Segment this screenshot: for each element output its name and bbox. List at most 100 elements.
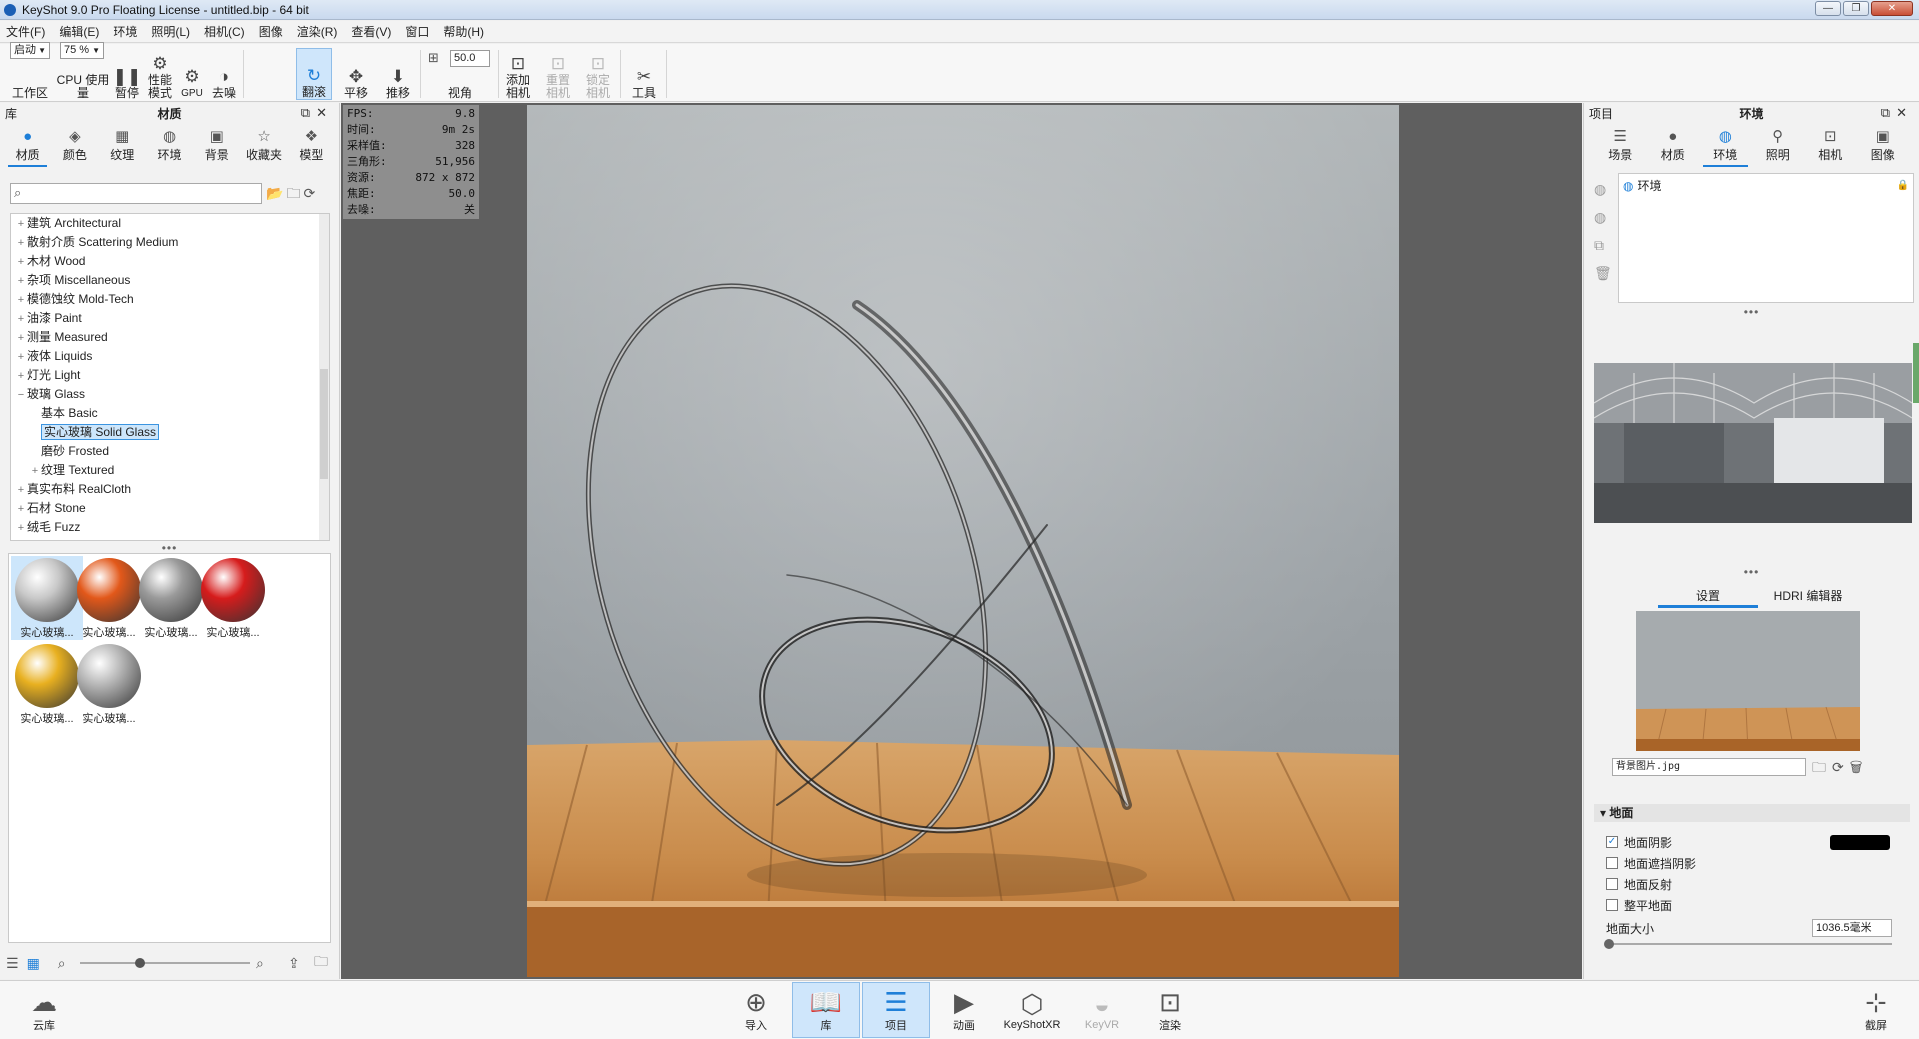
keyvr-button[interactable]: ◒ KeyVR xyxy=(1068,982,1136,1038)
panel-scrollbar[interactable] xyxy=(1913,343,1919,403)
menu-lighting[interactable]: 照明(L) xyxy=(151,23,190,40)
tab-environment[interactable]: ◍ 环境 xyxy=(1699,123,1752,167)
expand-icon[interactable]: + xyxy=(15,291,27,310)
expand-icon[interactable]: + xyxy=(15,272,27,291)
screenshot-button[interactable]: ⊹ 截屏 xyxy=(1842,982,1910,1038)
tab-image[interactable]: ▣ 图像 xyxy=(1857,123,1910,167)
delete-environment-icon[interactable]: 🗑 xyxy=(1594,259,1612,287)
tab-hdri-editor[interactable]: HDRI 编辑器 xyxy=(1758,586,1858,608)
float-panel-icon[interactable]: ⧉ xyxy=(1881,105,1896,120)
list-view-icon[interactable]: ☰ xyxy=(6,955,19,972)
lock-icon[interactable]: 🔒 xyxy=(1897,180,1909,191)
scrollbar-thumb[interactable] xyxy=(320,369,328,479)
hdri-preview[interactable] xyxy=(1594,363,1912,523)
add-camera-button[interactable]: ⊡ 添加 相机 xyxy=(502,48,534,100)
minimize-button[interactable]: — xyxy=(1815,1,1841,16)
tree-item[interactable]: + 纹理 Textured xyxy=(11,461,329,480)
cloud-upload-icon[interactable]: ⇪ xyxy=(288,955,300,972)
expand-icon[interactable]: + xyxy=(15,215,27,234)
expand-icon[interactable]: + xyxy=(15,329,27,348)
trash-icon[interactable]: 🗑 xyxy=(1850,759,1869,775)
expand-icon[interactable]: + xyxy=(15,519,27,538)
tab-colors[interactable]: ◈ 颜色 xyxy=(51,123,98,167)
render-button[interactable]: ⊡ 渲染 xyxy=(1136,982,1204,1038)
reset-camera-button[interactable]: ⊡ 重置 相机 xyxy=(542,48,574,100)
thumbnail-size-slider[interactable] xyxy=(80,958,250,968)
zoom-out-icon[interactable]: ⌕ xyxy=(58,955,66,972)
library-search-input[interactable]: ⌕ xyxy=(10,183,262,204)
menu-edit[interactable]: 编辑(E) xyxy=(59,23,99,40)
menu-view[interactable]: 查看(V) xyxy=(351,23,391,40)
ground-size-slider[interactable] xyxy=(1604,939,1892,949)
background-file-input[interactable]: 背景图片.jpg xyxy=(1612,758,1806,776)
pause-button[interactable]: ❚❚ 暂停 xyxy=(112,48,142,100)
slider-knob[interactable] xyxy=(135,958,145,968)
tab-backgrounds[interactable]: ▣ 背景 xyxy=(193,123,240,167)
tree-item[interactable]: + 灯光 Light xyxy=(11,366,329,385)
menu-camera[interactable]: 相机(C) xyxy=(204,23,245,40)
render-viewport[interactable]: FPS: 9.8 时间: 9m 2s 采样值: 328 三角形: 51,956 资源: 872 x… xyxy=(341,103,1582,979)
ground-size-input[interactable]: 1036.5毫米 xyxy=(1812,919,1892,937)
tab-lighting[interactable]: ⚲ 照明 xyxy=(1752,123,1805,167)
tree-scrollbar[interactable] xyxy=(319,214,329,540)
expand-icon[interactable]: + xyxy=(15,253,27,272)
tree-item[interactable]: + 杂项 Miscellaneous xyxy=(11,271,329,290)
tab-favorites[interactable]: ☆ 收藏夹 xyxy=(240,123,287,167)
tree-item[interactable]: + 建筑 Architectural xyxy=(11,214,329,233)
tree-item[interactable]: − 玻璃 Glass xyxy=(11,385,329,404)
resize-handle-icon[interactable]: ••• xyxy=(1584,305,1919,319)
tree-item[interactable]: 基本 Basic xyxy=(11,404,329,423)
shadow-color-swatch[interactable] xyxy=(1830,835,1890,850)
tree-item[interactable]: + 真实布料 RealCloth xyxy=(11,480,329,499)
dolly-button[interactable]: ⬇ 推移 xyxy=(380,48,416,100)
expand-icon[interactable]: + xyxy=(29,462,41,481)
tab-material[interactable]: ● 材质 xyxy=(1647,123,1700,167)
tab-settings[interactable]: 设置 xyxy=(1658,586,1758,608)
menu-file[interactable]: 文件(F) xyxy=(6,23,45,40)
tab-textures[interactable]: ▦ 纹理 xyxy=(99,123,146,167)
refresh-icon[interactable]: ⟳ xyxy=(1832,759,1850,775)
gpu-button[interactable]: ⚙ GPU xyxy=(178,48,206,100)
duplicate-environment-icon[interactable]: ◍ xyxy=(1594,203,1612,231)
tab-camera[interactable]: ⊡ 相机 xyxy=(1804,123,1857,167)
float-panel-icon[interactable]: ⧉ xyxy=(301,105,316,120)
resize-handle-icon[interactable]: ••• xyxy=(1584,565,1919,579)
animation-button[interactable]: ▶ 动画 xyxy=(930,982,998,1038)
expand-icon[interactable]: + xyxy=(15,367,27,386)
folder-icon[interactable]: 🗀 xyxy=(314,951,328,975)
add-folder-icon[interactable]: 🗀 xyxy=(286,185,303,201)
pan-button[interactable]: ✥ 平移 xyxy=(338,48,374,100)
collapse-icon[interactable]: − xyxy=(15,386,27,405)
expand-icon[interactable]: + xyxy=(15,348,27,367)
ground-occlusion-checkbox[interactable]: 地面遮挡阴影 xyxy=(1606,854,1696,872)
folder-open-icon[interactable]: 🗀 xyxy=(1812,759,1832,775)
ground-reflection-checkbox[interactable]: 地面反射 xyxy=(1606,875,1672,893)
expand-icon[interactable]: + xyxy=(15,310,27,329)
library-button[interactable]: 📖 库 xyxy=(792,982,860,1038)
ground-section-header[interactable]: ▾ 地面 xyxy=(1594,804,1910,822)
flatten-ground-checkbox[interactable]: 整平地面 xyxy=(1606,896,1672,914)
tab-models[interactable]: ❖ 模型 xyxy=(288,123,335,167)
cloud-library-button[interactable]: ☁ 云库 xyxy=(10,982,78,1038)
zoom-in-icon[interactable]: ⌕ xyxy=(256,955,264,972)
list-item[interactable]: ◍ 环境 🔒 xyxy=(1619,174,1913,197)
folder-open-icon[interactable]: 📂 xyxy=(266,185,286,201)
project-button[interactable]: ☰ 项目 xyxy=(862,982,930,1038)
menu-render[interactable]: 渲染(R) xyxy=(297,23,338,40)
tree-item[interactable]: + 液体 Liquids xyxy=(11,347,329,366)
tree-item[interactable]: 实心玻璃 Solid Glass xyxy=(11,423,329,442)
tumble-button[interactable]: ↻ 翻滚 xyxy=(296,48,332,100)
performance-mode-button[interactable]: ⚙ 性能 模式 xyxy=(144,48,176,100)
denoise-button[interactable]: ◑ 去噪 xyxy=(208,48,240,100)
tree-item[interactable]: + 散射介质 Scattering Medium xyxy=(11,233,329,252)
menu-window[interactable]: 窗口 xyxy=(405,23,429,40)
tab-materials[interactable]: ● 材质 xyxy=(4,123,51,167)
tree-item[interactable]: + 模德蚀纹 Mold-Tech xyxy=(11,290,329,309)
tools-button[interactable]: ✂ 工具 xyxy=(626,48,662,100)
grid-view-icon[interactable]: ▦ xyxy=(27,955,40,972)
material-thumbnail[interactable]: 实心玻璃... xyxy=(73,642,145,726)
tab-scene[interactable]: ☰ 场景 xyxy=(1594,123,1647,167)
keyshotxr-button[interactable]: ⬡ KeyShotXR xyxy=(998,982,1066,1038)
menu-environment[interactable]: 环境 xyxy=(113,23,137,40)
maximize-button[interactable]: ❐ xyxy=(1843,1,1869,16)
